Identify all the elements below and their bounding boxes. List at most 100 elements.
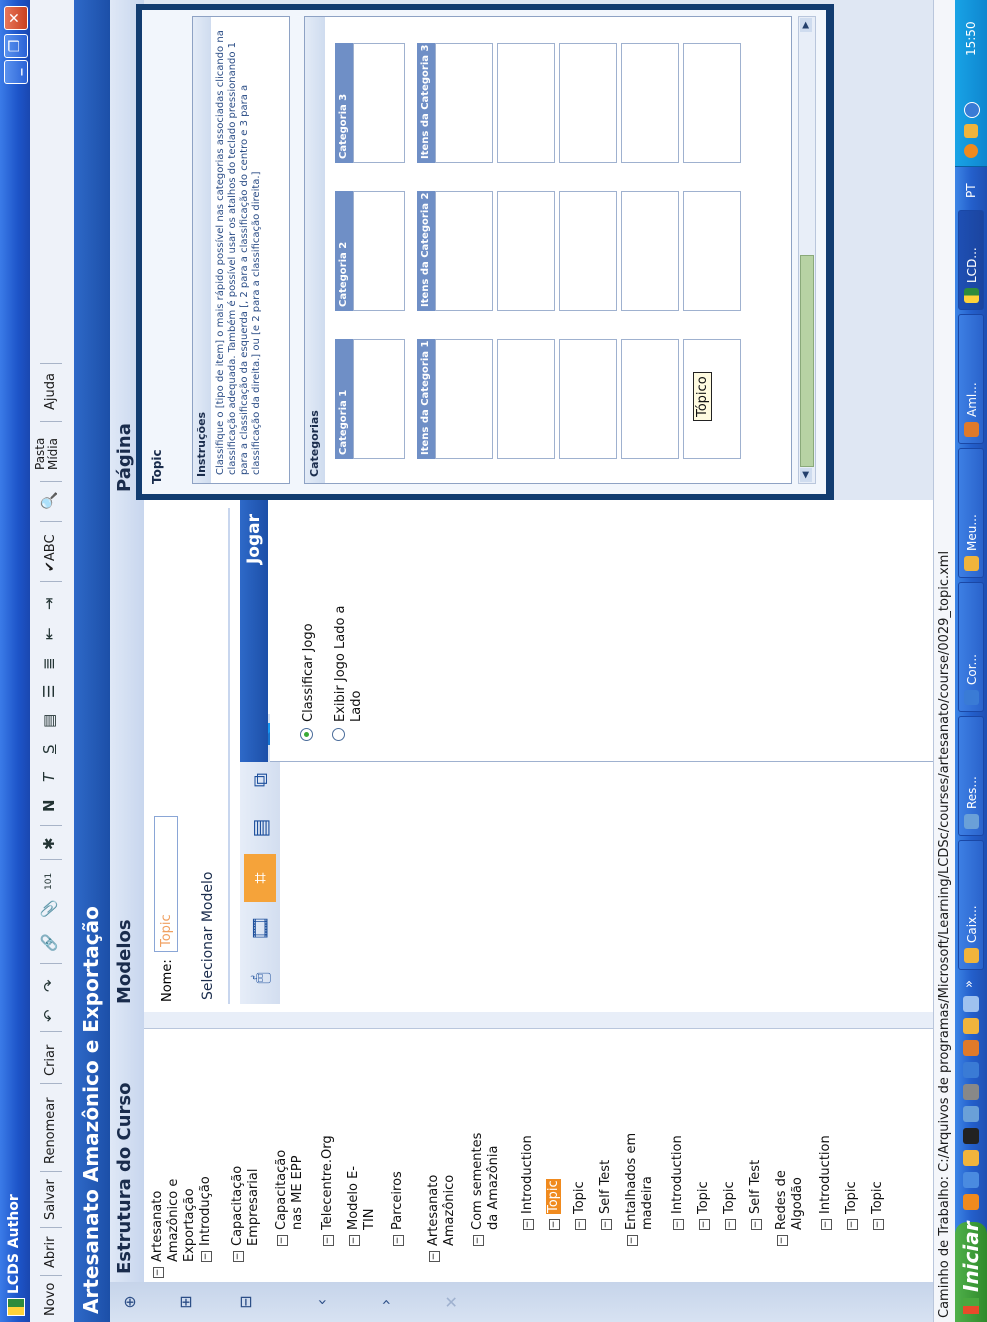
collapse-icon[interactable]: − [429,1251,440,1262]
binary-icon[interactable]: 101 [44,873,54,890]
maximize-button[interactable]: ❐ [4,34,28,58]
tree-node[interactable]: − Redes de Algodão [774,1170,806,1246]
collapse-icon[interactable]: − [821,1219,832,1230]
underline-button[interactable]: S [40,744,58,754]
network-icon[interactable] [963,1062,979,1078]
redo-icon[interactable]: ↷ [40,979,58,992]
collapse-icon[interactable]: − [777,1235,788,1246]
tree-node[interactable]: −Com sementes da Amazônia [470,1133,502,1246]
film-model-icon[interactable]: 🎞 [244,904,276,952]
radio-icon[interactable] [332,728,345,741]
collapse-icon[interactable]: − [575,1219,586,1230]
task-aml[interactable]: Aml... [958,314,984,444]
collapse-icon[interactable]: − [873,1219,884,1230]
move-left-icon[interactable]: ‹ [310,1290,334,1314]
page-horizontal-scrollbar[interactable]: ◀ ▶ [798,16,816,484]
minimize-button[interactable]: _ [4,60,28,84]
preview-icon[interactable]: 🔍 [40,491,58,510]
task-cor[interactable]: Cor... [958,582,984,712]
hierarchy-model-icon[interactable]: ⧉ [244,756,276,804]
tree-node[interactable]: − Self Test [748,1160,764,1230]
attach-icon[interactable]: 📎 [40,899,58,918]
tree-node[interactable]: − Self Test [598,1160,614,1230]
tree-node[interactable]: − Telecentre.Org [320,1135,336,1246]
bold-button[interactable]: N [40,799,58,812]
tree-node[interactable]: − Introdução [198,1176,214,1262]
tree-node[interactable]: − Parceiros [390,1171,406,1246]
collapse-icon[interactable]: − [349,1235,360,1246]
tree-node[interactable]: − Topic [572,1181,588,1230]
salvar-button[interactable]: Salvar [43,1179,58,1220]
collapse-icon[interactable]: − [277,1235,288,1246]
tree-node[interactable]: − Topic [870,1181,886,1230]
add-item-icon[interactable]: ⊕ [118,1290,142,1314]
tree-node[interactable]: −Capacitação Empresarial [230,1166,262,1262]
collapse-icon[interactable]: − [201,1251,212,1262]
criar-button[interactable]: Criar [43,1045,58,1076]
heading-icon[interactable]: ▤ [40,714,58,728]
ie-icon[interactable] [963,1172,979,1188]
tree-node[interactable]: −Modelo E- TIN [346,1166,378,1246]
firefox-icon[interactable] [963,1194,979,1210]
abrir-button[interactable]: Abrir [43,1237,58,1268]
tree-node[interactable]: −Artesanato Amazônico [426,1175,458,1262]
collapse-icon[interactable]: − [699,1219,710,1230]
tree-node[interactable]: − Topic [546,1179,562,1230]
undo-icon[interactable]: ↶ [40,1009,58,1022]
tree-node[interactable]: −Artesanato Amazônico e Exportação [150,1179,198,1278]
italic-button[interactable]: T [40,773,58,782]
outdent-icon[interactable]: ⇤ [40,627,58,640]
renomear-button[interactable]: Renomear [43,1097,58,1164]
classificar-jogo-option[interactable]: Classificar Jogo [300,623,317,741]
scroll-left-icon[interactable]: ◀ [800,468,812,482]
tree-node[interactable]: − Topic [722,1181,738,1230]
mouse-model-icon[interactable]: 🖰 [244,954,276,1002]
novo-button[interactable]: Novo [43,1283,58,1316]
media-icon[interactable] [963,1084,979,1100]
bullet-list-icon[interactable]: ☰ [40,685,58,698]
language-indicator[interactable]: PT [955,183,987,198]
indent-icon[interactable]: ⇥ [40,597,58,610]
start-button[interactable]: Iniciar [955,1221,987,1322]
radio-selected-icon[interactable] [300,728,313,741]
move-right-icon[interactable]: › [374,1290,398,1314]
collapse-icon[interactable]: − [153,1267,164,1278]
pasta-midia-button[interactable]: Pasta Mídia [33,438,60,470]
chrome-icon[interactable] [963,1040,979,1056]
collapse-icon[interactable]: − [523,1219,534,1230]
add-sub-icon[interactable]: ⊟ [234,1290,258,1314]
tray-icon[interactable] [964,144,978,158]
tree-node[interactable]: − Topic [696,1181,712,1230]
tray-icon[interactable] [964,102,980,118]
scroll-thumb[interactable] [800,255,814,467]
collapse-icon[interactable]: − [601,1219,612,1230]
scroll-right-icon[interactable]: ▶ [800,18,812,32]
collapse-icon[interactable]: − [847,1219,858,1230]
add-child-icon[interactable]: ⊞ [174,1290,198,1314]
link-icon[interactable]: 🔗 [40,933,58,952]
folder-icon[interactable] [963,1150,979,1166]
draggable-item-chip[interactable]: Tópico [693,372,712,421]
spellcheck-button[interactable]: ✔ABC [43,534,58,572]
game-model-icon[interactable]: ⌗ [244,854,276,902]
collapse-icon[interactable]: − [627,1235,638,1246]
collapse-icon[interactable]: − [549,1219,560,1230]
tray-icon[interactable] [964,124,978,138]
collapse-icon[interactable]: − [393,1235,404,1246]
collapse-icon[interactable]: − [323,1235,334,1246]
exibir-jogo-lado-option[interactable]: Exibir Jogo Lado a Lado [332,606,365,741]
close-button[interactable]: ✕ [4,6,28,30]
task-meu[interactable]: Meu... [958,448,984,578]
collapse-icon[interactable]: − [751,1219,762,1230]
instructions-text[interactable]: Classifique o [tipo de item] o mais rápi… [215,23,263,475]
name-input[interactable] [154,816,178,952]
tree-node[interactable]: − Introduction [818,1135,834,1230]
delete-icon[interactable]: ✕ [440,1290,464,1314]
collapse-icon[interactable]: − [725,1219,736,1230]
numbered-list-icon[interactable]: ≣ [40,657,58,670]
tree-node[interactable]: −Capacitação nas ME EPP [274,1150,306,1246]
desktop-icon[interactable] [963,996,979,1012]
tree-node[interactable]: − Introduction [670,1135,686,1230]
ajuda-button[interactable]: Ajuda [43,373,58,410]
app-h-icon[interactable] [963,1128,979,1144]
